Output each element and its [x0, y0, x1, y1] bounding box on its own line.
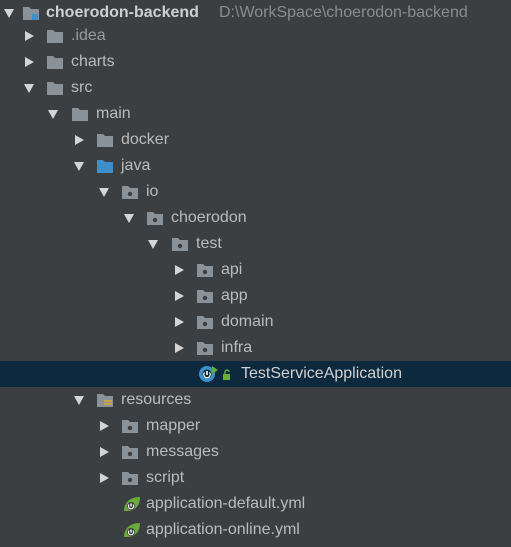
package-icon — [122, 186, 138, 199]
tree-row-test[interactable]: test — [0, 231, 511, 257]
tree-row-java[interactable]: java — [0, 153, 511, 179]
tree-row-test-service-application[interactable]: TestServiceApplication — [0, 361, 511, 387]
tree-row-api[interactable]: api — [0, 257, 511, 283]
package-icon — [147, 212, 163, 225]
tree-label: main — [96, 105, 131, 122]
collapse-arrow-icon[interactable] — [25, 57, 34, 67]
spring-yml-icon — [124, 497, 140, 511]
tree-row-docker[interactable]: docker — [0, 127, 511, 153]
tree-row-idea[interactable]: .idea — [0, 23, 511, 49]
tree-label: java — [121, 157, 151, 174]
folder-icon — [47, 82, 63, 95]
tree-row-app[interactable]: app — [0, 283, 511, 309]
package-icon — [197, 342, 213, 355]
tree-label: test — [196, 235, 222, 252]
tree-label: infra — [221, 339, 253, 356]
expand-arrow-icon[interactable] — [4, 9, 14, 18]
tree-row-script[interactable]: script — [0, 465, 511, 491]
package-icon — [122, 420, 138, 433]
tree-label: application-online.yml — [146, 521, 300, 538]
tree-row-application-online-yml[interactable]: application-online.yml — [0, 517, 511, 543]
project-name: choerodon-backend — [46, 4, 199, 21]
folder-icon — [47, 30, 63, 43]
expand-arrow-icon[interactable] — [124, 214, 134, 223]
source-folder-icon — [97, 160, 113, 173]
collapse-arrow-icon[interactable] — [25, 31, 34, 41]
package-icon — [197, 264, 213, 277]
tree-label: script — [146, 469, 185, 486]
tree-label: TestServiceApplication — [241, 365, 402, 382]
folder-icon — [72, 108, 88, 121]
collapse-arrow-icon[interactable] — [100, 473, 109, 483]
tree-row-resources[interactable]: resources — [0, 387, 511, 413]
tree-label: mapper — [146, 417, 201, 434]
spring-boot-class-icon — [199, 366, 218, 382]
package-icon — [197, 316, 213, 329]
tree-label: docker — [121, 131, 170, 148]
tree-label: .idea — [71, 27, 106, 44]
folder-icon — [47, 56, 63, 69]
tree-row-choerodon[interactable]: choerodon — [0, 205, 511, 231]
collapse-arrow-icon[interactable] — [100, 421, 109, 431]
tree-label: application-default.yml — [146, 495, 306, 512]
package-icon — [122, 446, 138, 459]
collapse-arrow-icon[interactable] — [100, 447, 109, 457]
resources-folder-icon — [97, 394, 113, 407]
collapse-arrow-icon[interactable] — [175, 265, 184, 275]
tree-row-application-default-yml[interactable]: application-default.yml — [0, 491, 511, 517]
tree-row-infra[interactable]: infra — [0, 335, 511, 361]
package-icon — [122, 472, 138, 485]
tree-label: domain — [221, 313, 274, 330]
expand-arrow-icon[interactable] — [48, 110, 58, 119]
folder-icon — [97, 134, 113, 147]
tree-label: api — [221, 261, 243, 278]
tree-label: choerodon — [171, 209, 247, 226]
package-icon — [197, 290, 213, 303]
tree-label: io — [146, 183, 159, 200]
tree-label: messages — [146, 443, 219, 460]
tree-label: src — [71, 79, 93, 96]
expand-arrow-icon[interactable] — [74, 396, 84, 405]
expand-arrow-icon[interactable] — [24, 84, 34, 93]
expand-arrow-icon[interactable] — [99, 188, 109, 197]
tree-label: resources — [121, 391, 192, 408]
tree-row-io[interactable]: io — [0, 179, 511, 205]
expand-arrow-icon[interactable] — [148, 240, 158, 249]
project-path: D:\WorkSpace\choerodon-backend — [219, 4, 468, 21]
tree-row-messages[interactable]: messages — [0, 439, 511, 465]
module-folder-icon — [23, 7, 39, 20]
package-icon — [172, 238, 188, 251]
collapse-arrow-icon[interactable] — [175, 317, 184, 327]
collapse-arrow-icon[interactable] — [75, 135, 84, 145]
collapse-arrow-icon[interactable] — [175, 291, 184, 301]
run-lock-icon — [223, 369, 230, 380]
tree-row-main[interactable]: main — [0, 101, 511, 127]
tree-row-charts[interactable]: charts — [0, 49, 511, 75]
tree-row-mapper[interactable]: mapper — [0, 413, 511, 439]
project-tree: choerodon-backend D:\WorkSpace\choerodon… — [0, 0, 511, 547]
tree-row-domain[interactable]: domain — [0, 309, 511, 335]
spring-yml-icon — [124, 523, 140, 537]
tree-label: app — [221, 287, 248, 304]
tree-row-src[interactable]: src — [0, 75, 511, 101]
tree-label: charts — [71, 53, 115, 70]
collapse-arrow-icon[interactable] — [175, 343, 184, 353]
expand-arrow-icon[interactable] — [74, 162, 84, 171]
